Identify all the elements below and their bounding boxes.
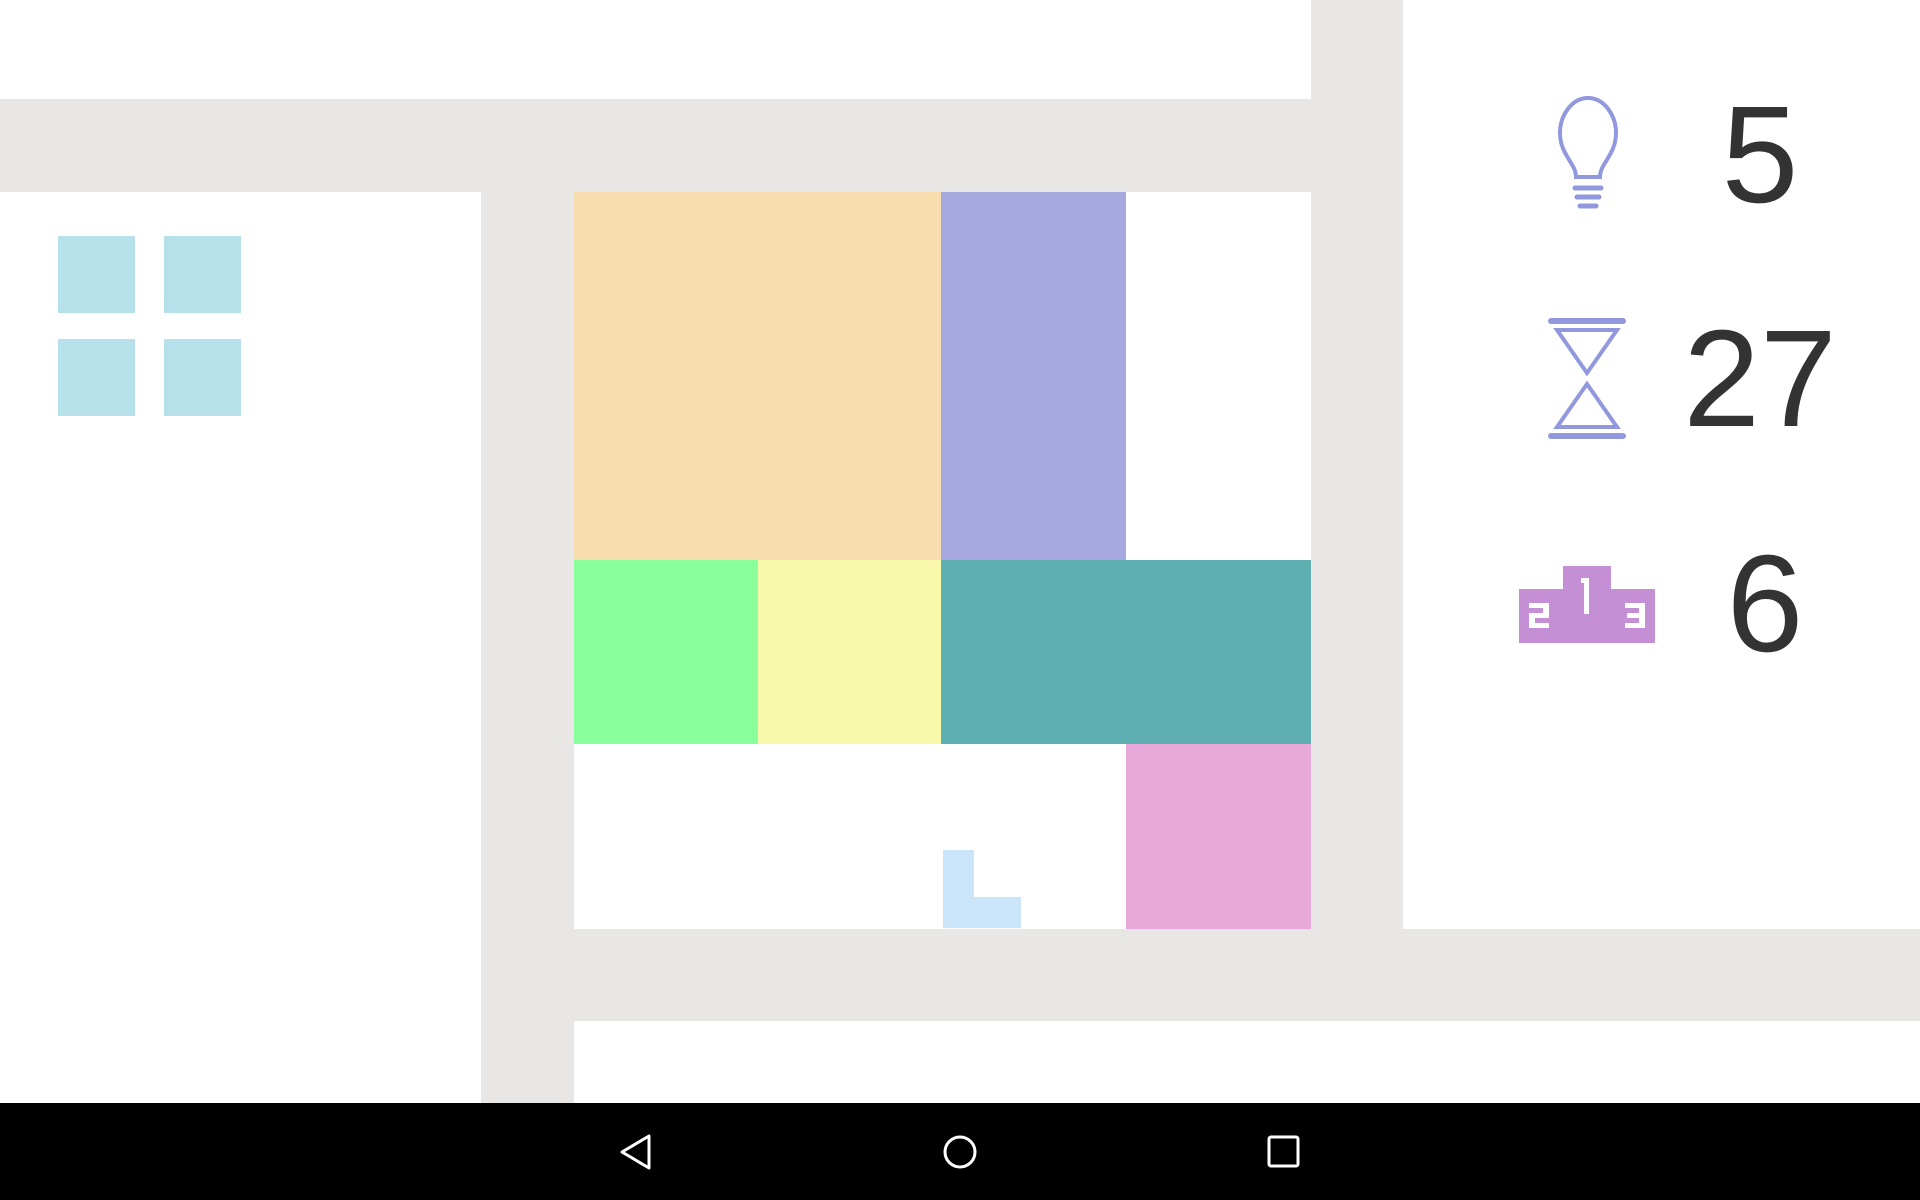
- l-shape-piece[interactable]: [943, 850, 1021, 928]
- right-gutter: [1311, 0, 1403, 1021]
- purple-block[interactable]: [941, 192, 1126, 560]
- grid-menu-icon[interactable]: [58, 236, 242, 416]
- back-icon: [620, 1134, 651, 1169]
- hourglass-icon: [1548, 318, 1626, 439]
- stats-panel: 5 27 6: [1403, 0, 1920, 929]
- timer-value: 27: [1683, 302, 1837, 456]
- orange-block[interactable]: [574, 192, 941, 560]
- rank-value: 6: [1726, 527, 1804, 681]
- grid-menu-square: [58, 236, 135, 313]
- grid-menu-square: [164, 339, 241, 416]
- navigation-bar: [0, 1103, 1920, 1200]
- bottom-gutter: [574, 929, 1920, 1021]
- recents-icon: [1267, 1135, 1300, 1167]
- left-gutter: [481, 192, 574, 1103]
- lightbulb-icon: [1557, 95, 1619, 209]
- pink-block[interactable]: [1126, 744, 1311, 929]
- grid-menu-square: [58, 339, 135, 416]
- back-button[interactable]: [576, 1103, 696, 1200]
- top-gutter: [0, 99, 1311, 192]
- recents-button[interactable]: [1224, 1103, 1344, 1200]
- home-icon: [943, 1135, 977, 1168]
- green-block[interactable]: [574, 560, 758, 744]
- puzzle-board: [574, 192, 1311, 929]
- grid-menu-square: [164, 236, 241, 313]
- teal-block[interactable]: [941, 560, 1311, 744]
- home-button[interactable]: [900, 1103, 1020, 1200]
- hints-count: 5: [1721, 78, 1799, 232]
- yellow-block[interactable]: [758, 560, 941, 744]
